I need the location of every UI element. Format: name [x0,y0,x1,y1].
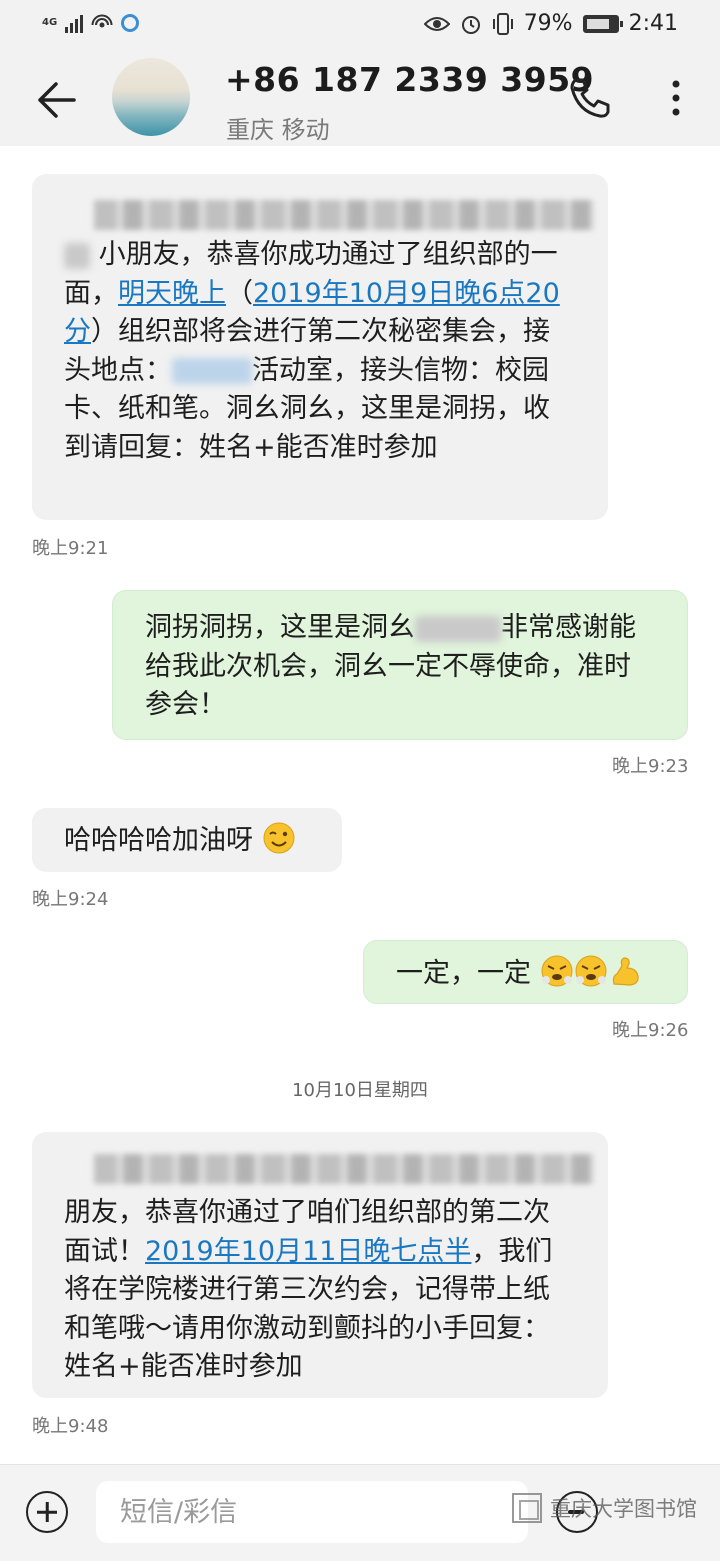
date-separator: 10月10日星期四 [292,1080,428,1101]
wink-emoji [263,822,295,854]
battery-icon [582,14,623,33]
network-type: 4G [42,17,58,28]
message-input[interactable] [96,1481,528,1543]
watermark: 重庆大学图书馆 [512,1493,697,1523]
redacted-text [94,200,594,230]
phone-icon[interactable] [566,74,614,122]
app-notification-icon [121,14,140,32]
redacted-text [172,358,252,384]
message-time: 晚上9:21 [32,538,109,559]
redacted-text [64,242,90,269]
contact-number[interactable]: +86 187 2339 3959 [225,60,594,99]
triumph-emoji [575,955,607,987]
alarm-icon [461,15,480,34]
status-bar: 4G 79% 2:41 [0,0,720,52]
eye-comfort-icon [423,16,450,31]
redacted-text [415,615,501,642]
signal-icon [65,13,84,33]
flexed-biceps-emoji [612,957,639,986]
compose-bar: 重庆大学图书馆 [0,1464,720,1561]
message-text: 朋友，恭喜你通过了咱们组织部的第二次面试！2019年10月11日晚七点半，我们将… [64,1194,576,1387]
message-text-segment: 洞拐洞拐，这里是洞幺 [145,612,415,643]
message-bubble-outgoing[interactable]: 一定，一定 [363,940,688,1004]
status-right: 79% 2:41 [423,11,678,36]
message-time: 晚上9:23 [612,756,689,777]
library-logo-icon [512,1493,542,1523]
conversation-header: +86 187 2339 3959 重庆 移动 [0,52,720,146]
more-options-icon[interactable] [662,74,690,122]
message-time: 晚上9:48 [32,1416,109,1437]
add-attachment-icon[interactable] [26,1491,68,1533]
back-arrow-icon[interactable] [34,80,78,120]
status-left: 4G [42,12,140,34]
triumph-emoji [541,955,573,987]
message-text: 洞拐洞拐，这里是洞幺 非常感谢能给我此次机会，洞幺一定不辱使命，准时参会！ [145,609,657,725]
message-bubble-incoming[interactable]: 小朋友，恭喜你成功通过了组织部的一面，明天晚上（2019年10月9日晚6点20分… [32,174,608,520]
clock: 2:41 [628,11,678,36]
battery-percent: 79% [523,11,573,36]
hotspot-icon [91,14,113,28]
message-text: 小朋友，恭喜你成功通过了组织部的一面，明天晚上（2019年10月9日晚6点20分… [64,236,576,467]
watermark-text: 重庆大学图书馆 [550,1497,697,1521]
message-time: 晚上9:26 [612,1020,689,1041]
contact-location: 重庆 移动 [226,116,330,144]
message-text: 一定，一定 [396,958,531,989]
message-bubble-outgoing[interactable]: 洞拐洞拐，这里是洞幺 非常感谢能给我此次机会，洞幺一定不辱使命，准时参会！ [112,590,688,740]
date-link[interactable]: 明天晚上 [118,278,226,309]
message-time: 晚上9:24 [32,889,109,910]
redacted-text [94,1154,594,1184]
date-link[interactable]: 2019年10月11日晚七点半 [145,1236,471,1267]
message-bubble-incoming[interactable]: 朋友，恭喜你通过了咱们组织部的第二次面试！2019年10月11日晚七点半，我们将… [32,1132,608,1398]
message-bubble-incoming[interactable]: 哈哈哈哈加油呀 [32,808,342,872]
message-text-segment: （ [226,277,253,309]
contact-avatar[interactable] [112,58,190,136]
vibrate-icon [492,12,513,35]
message-text: 哈哈哈哈加油呀 [64,825,253,856]
